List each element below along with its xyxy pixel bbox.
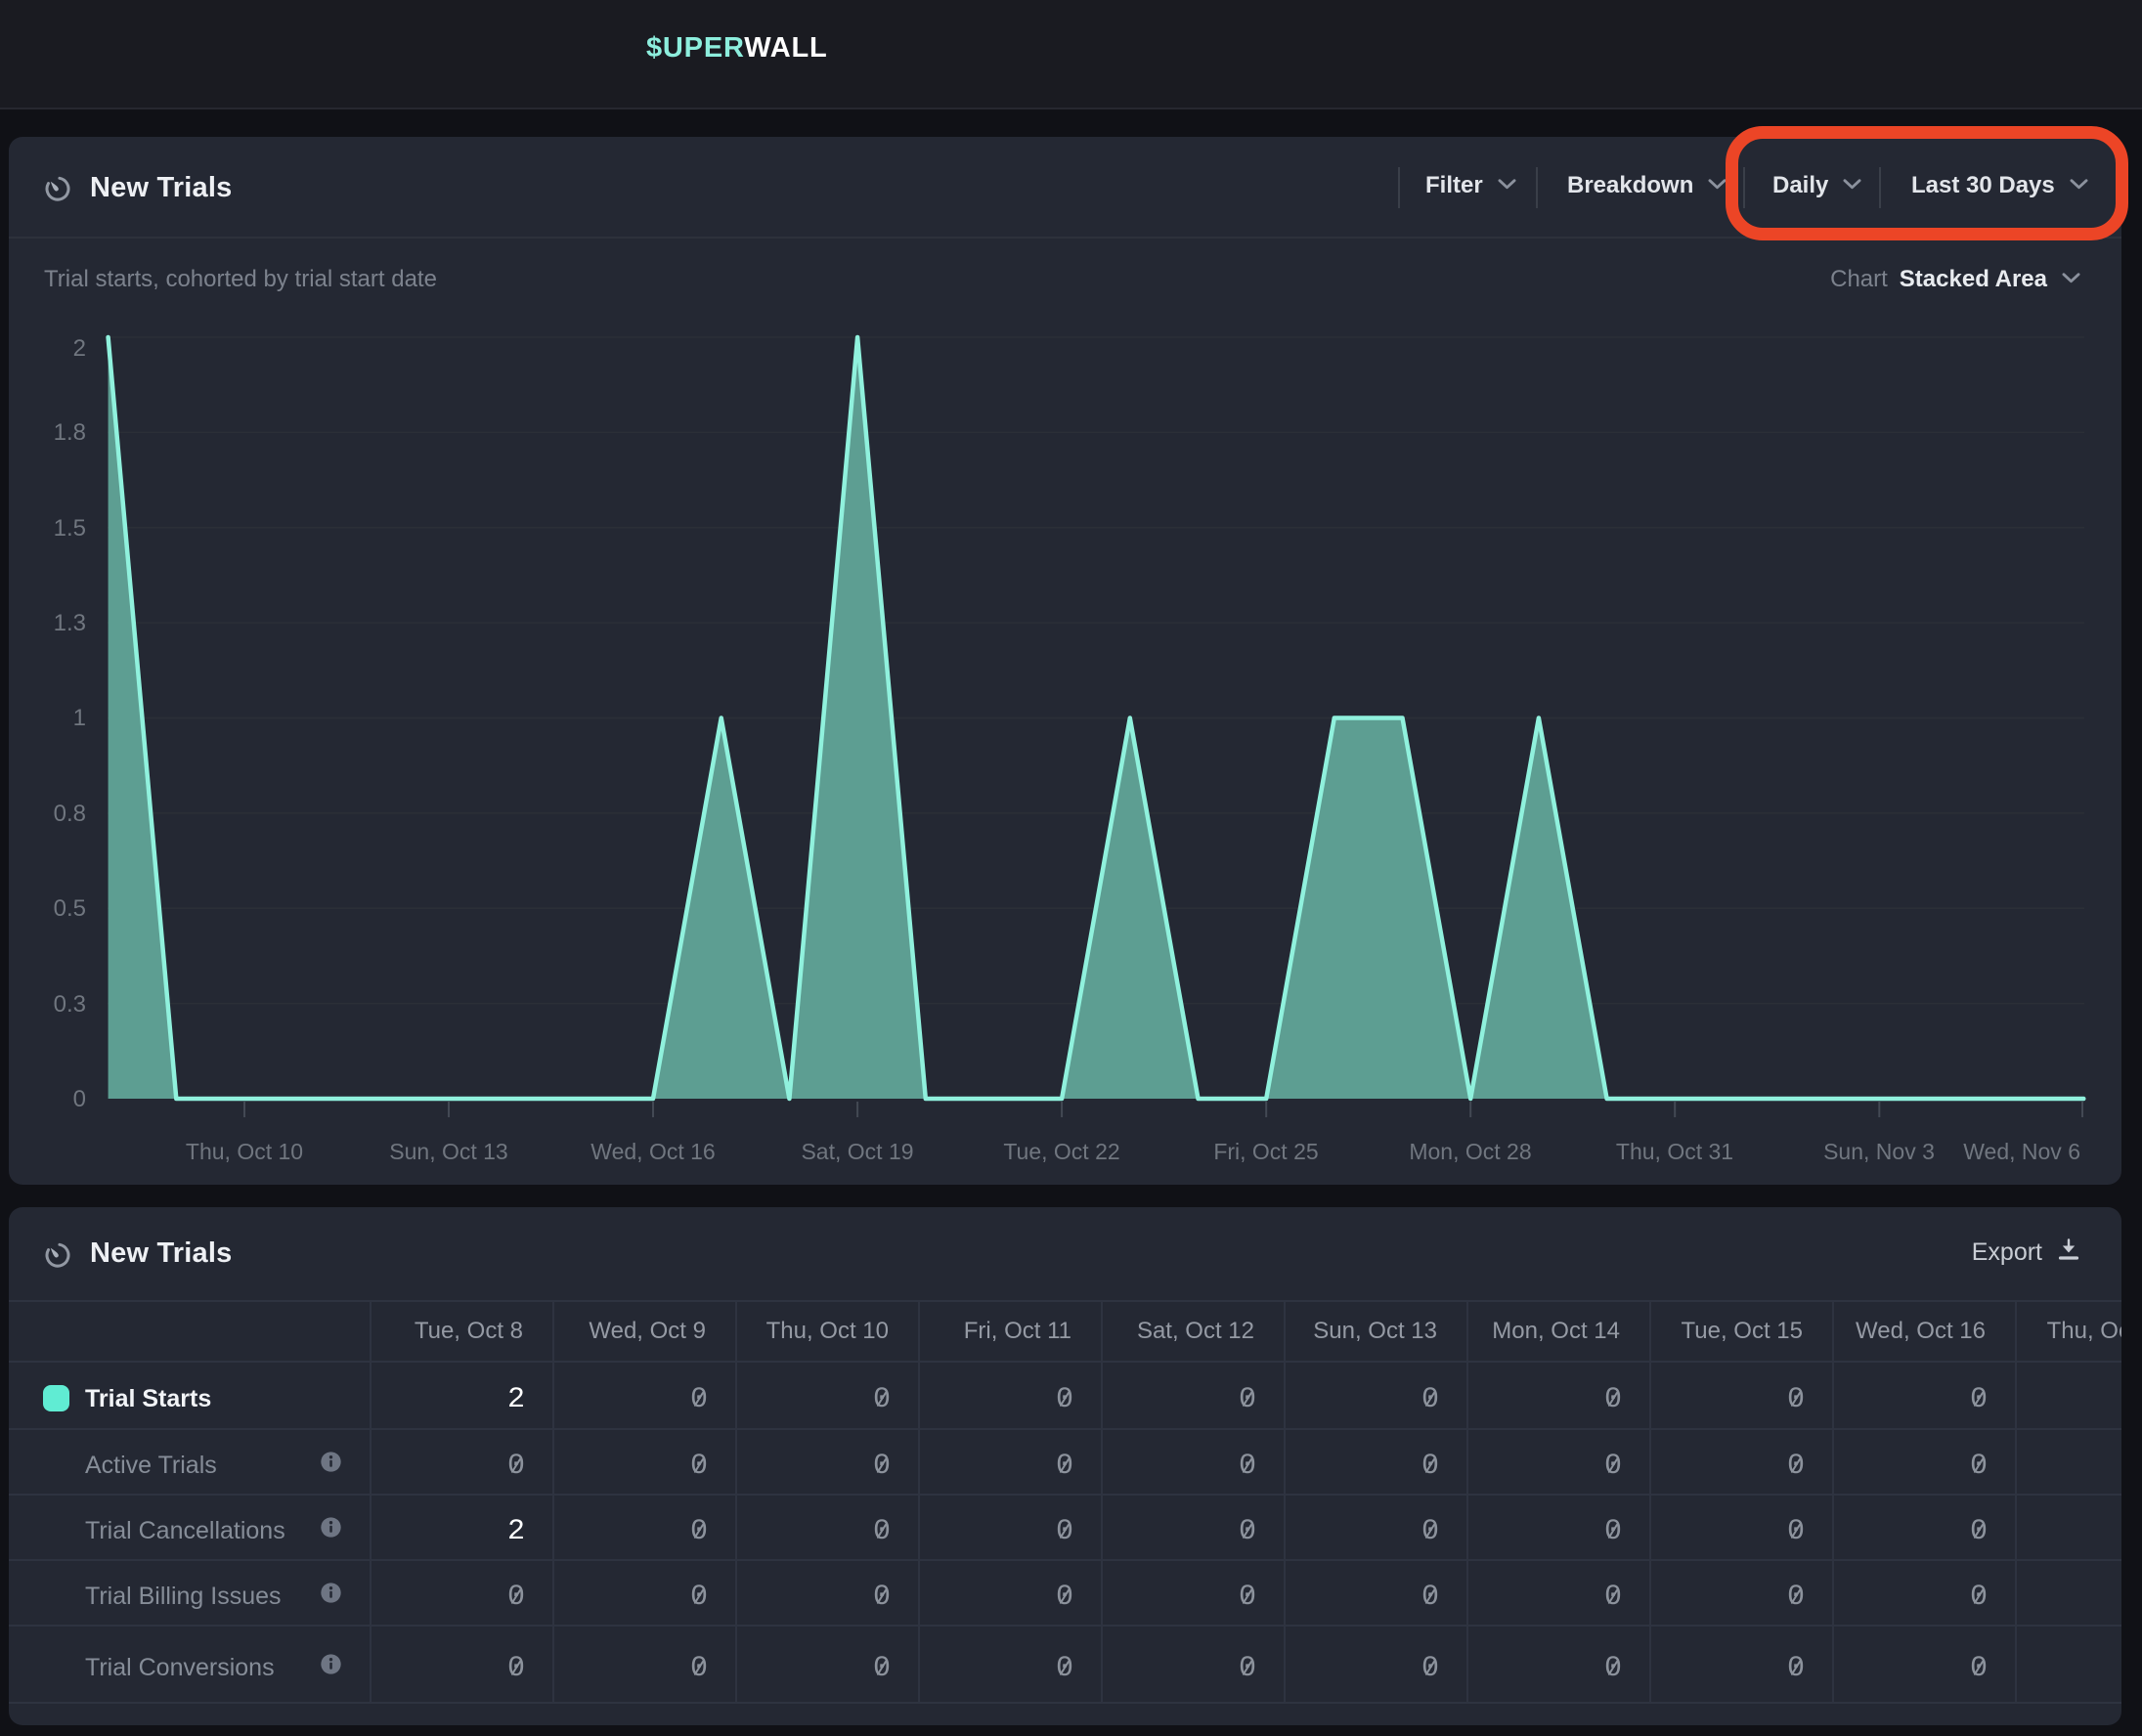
svg-text:Sat, Oct 19: Sat, Oct 19 (801, 1139, 913, 1164)
svg-text:Sun, Oct 13: Sun, Oct 13 (389, 1139, 507, 1164)
svg-text:Thu, Oct 31: Thu, Oct 31 (1616, 1139, 1733, 1164)
svg-text:1.5: 1.5 (54, 515, 86, 542)
svg-text:Sun, Nov 3: Sun, Nov 3 (1823, 1139, 1935, 1164)
svg-text:1.3: 1.3 (54, 610, 86, 636)
svg-text:0.8: 0.8 (54, 801, 86, 827)
svg-text:Mon, Oct 28: Mon, Oct 28 (1409, 1139, 1531, 1164)
svg-text:Wed, Nov 6: Wed, Nov 6 (1963, 1139, 2080, 1164)
svg-text:Fri, Oct 25: Fri, Oct 25 (1213, 1139, 1318, 1164)
svg-text:1: 1 (73, 705, 86, 731)
svg-text:Tue, Oct 22: Tue, Oct 22 (1003, 1139, 1119, 1164)
svg-text:Thu, Oct 10: Thu, Oct 10 (186, 1139, 303, 1164)
svg-text:Wed, Oct 16: Wed, Oct 16 (590, 1139, 715, 1164)
svg-text:0.5: 0.5 (54, 895, 86, 922)
svg-text:0.3: 0.3 (54, 991, 86, 1018)
svg-text:0: 0 (73, 1086, 86, 1112)
svg-text:2: 2 (73, 335, 86, 362)
svg-text:1.8: 1.8 (54, 419, 86, 446)
